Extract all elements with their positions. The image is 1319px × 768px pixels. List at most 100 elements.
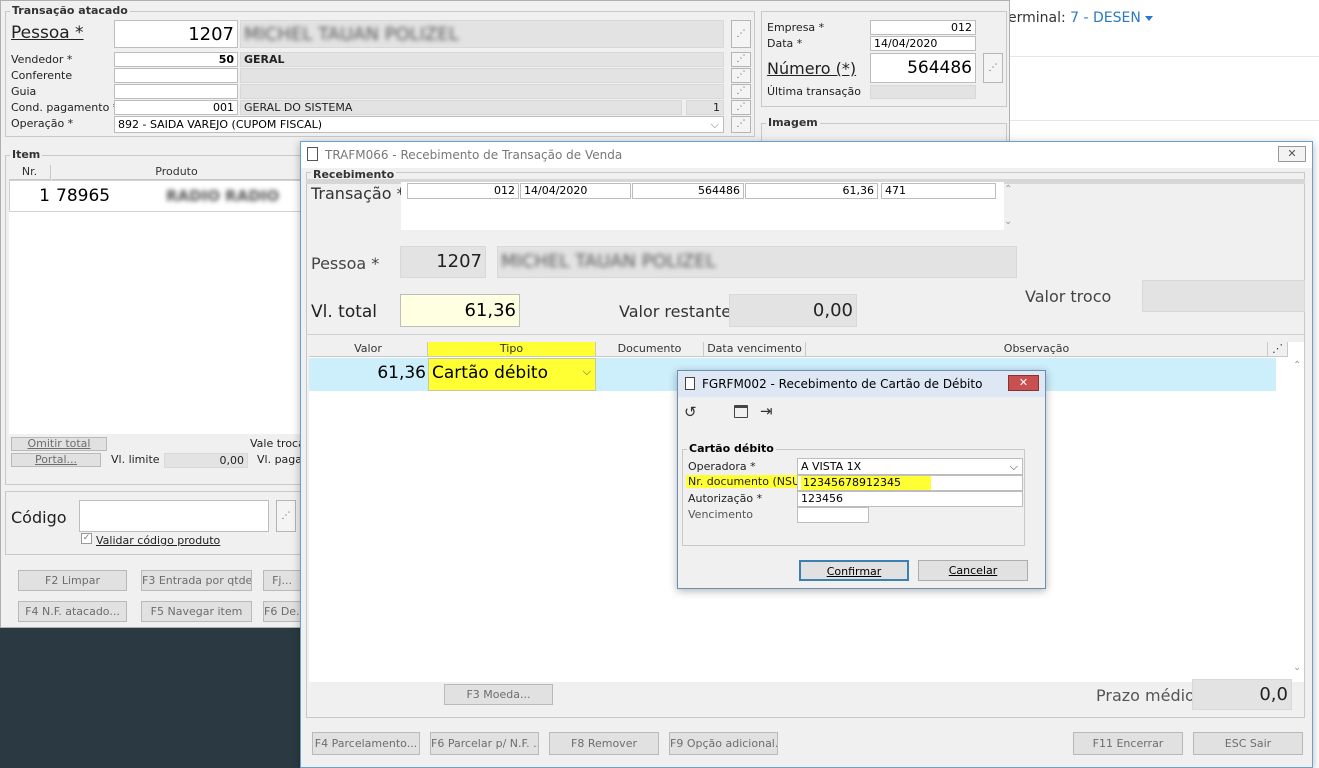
numero-search-button[interactable]: ⋰ xyxy=(983,53,1003,83)
f2-limpar-button[interactable]: F2 Limpar xyxy=(18,570,127,591)
validar-label: Validar código produto xyxy=(96,534,221,547)
divider xyxy=(1008,120,1319,121)
validar-checkbox[interactable]: ✓ xyxy=(81,533,92,544)
ultima-transacao-field xyxy=(870,85,976,99)
numero-label: Número (*) xyxy=(767,59,857,78)
valor-troco-field xyxy=(1142,280,1305,312)
title-bar: TRAFM066 - Recebimento de Transação de V… xyxy=(301,142,1312,168)
scroll-up-icon[interactable]: ⌃ xyxy=(1293,360,1301,371)
column-header-valor[interactable]: Valor xyxy=(309,342,428,357)
operadora-select[interactable]: A VISTA 1X ⌵ xyxy=(797,458,1023,475)
vendedor-search-button[interactable]: ⋰ xyxy=(731,52,751,67)
chevron-down-icon: ⌵ xyxy=(1009,460,1018,473)
vl-limite-label: Vl. limite xyxy=(111,453,160,466)
scroll-down-icon[interactable]: ⌄ xyxy=(1004,216,1012,227)
omitir-total-button[interactable]: Omitir total xyxy=(11,437,107,451)
undo-icon[interactable]: ↺ xyxy=(684,403,697,421)
f3-entrada-qtde-button[interactable]: F3 Entrada por qtde. xyxy=(141,570,252,591)
confirmar-button[interactable]: Confirmar xyxy=(799,560,909,581)
vale-troca-label: Vale troca xyxy=(250,437,305,450)
row-product: RADIO RADIO xyxy=(166,187,280,205)
codigo-input[interactable] xyxy=(79,500,269,532)
column-header-observacao[interactable]: Observação xyxy=(806,342,1268,357)
cond-pagamento-label: Cond. pagamento * xyxy=(11,101,119,114)
document-icon xyxy=(685,377,695,390)
data-label: Data * xyxy=(767,37,803,50)
cartao-debito-dialog: FGRFM002 - Recebimento de Cartão de Débi… xyxy=(677,370,1046,589)
terminal-label: erminal: xyxy=(1008,10,1066,26)
f5-navegar-item-button[interactable]: F5 Navegar item xyxy=(141,601,252,622)
fj-button[interactable]: Fj... xyxy=(263,570,301,591)
conferente-code-field[interactable] xyxy=(114,68,238,83)
pessoa-search-button[interactable]: ⋰ xyxy=(731,20,751,48)
f6-button[interactable]: F6 De... xyxy=(263,601,301,622)
pessoa-name-field: MICHEL TAUAN POLIZEL xyxy=(501,251,716,272)
guia-search-button[interactable]: ⋰ xyxy=(731,84,751,99)
f4-nf-atacado-button[interactable]: F4 N.F. atacado... xyxy=(18,601,127,622)
cancelar-button[interactable]: Cancelar xyxy=(918,560,1028,581)
conferente-search-button[interactable]: ⋰ xyxy=(731,68,751,83)
f6-parcelar-nf-button[interactable]: F6 Parcelar p/ N.F. ... xyxy=(430,732,539,755)
cond-pagamento-search-button[interactable]: ⋰ xyxy=(731,100,751,115)
nsu-value: 12345678912345 xyxy=(801,476,931,490)
vl-total-field[interactable]: 61,36 xyxy=(400,294,520,327)
operacao-value: 892 - SAIDA VAREJO (CUPOM FISCAL) xyxy=(118,118,323,131)
exit-icon[interactable]: ⇥ xyxy=(760,402,773,420)
calendar-icon[interactable] xyxy=(734,405,748,418)
cond-pagamento-extra-field: 1 xyxy=(686,100,724,115)
vencimento-input[interactable] xyxy=(797,507,869,523)
f3-moeda-button[interactable]: F3 Moeda... xyxy=(444,684,553,705)
column-header-nr[interactable]: Nr. xyxy=(9,165,51,180)
row-valor: 61,36 xyxy=(377,363,426,383)
terminal-value[interactable]: 7 - DESEN xyxy=(1070,10,1141,26)
prazo-medio-label: Prazo médio xyxy=(1096,686,1195,705)
scroll-down-icon[interactable]: ⌄ xyxy=(1293,662,1301,673)
empresa-field[interactable]: 012 xyxy=(870,20,976,35)
codigo-search-button[interactable]: ⋰ xyxy=(276,500,296,532)
ultima-transacao-label: Última transação xyxy=(767,85,861,98)
f9-opcao-adicional-button[interactable]: F9 Opção adicional... xyxy=(669,732,778,755)
column-header-documento[interactable]: Documento xyxy=(596,342,704,357)
transacao-data: 14/04/2020 xyxy=(520,183,631,199)
terminal-indicator[interactable]: erminal: 7 - DESEN xyxy=(1008,10,1153,26)
guia-label: Guia xyxy=(11,85,37,98)
operacao-search-button[interactable]: ⋰ xyxy=(731,116,751,133)
group-title: Imagem xyxy=(766,116,820,129)
column-options-icon[interactable]: ⋰ xyxy=(1268,342,1288,357)
transacao-empresa: 012 xyxy=(407,183,519,199)
f8-remover-button[interactable]: F8 Remover xyxy=(549,732,659,755)
scroll-up-icon[interactable]: ⌃ xyxy=(1004,184,1012,195)
autorizacao-input[interactable]: 123456 xyxy=(797,491,1023,507)
vendedor-name-field: GERAL xyxy=(240,52,724,67)
table-row[interactable]: 1 78965 RADIO RADIO xyxy=(9,180,302,212)
pessoa-code-field: 1207 xyxy=(400,246,486,278)
pessoa-label: Pessoa * xyxy=(11,23,84,43)
group-title: Item xyxy=(10,148,43,161)
data-field[interactable]: 14/04/2020 xyxy=(870,36,976,51)
column-header-produto[interactable]: Produto xyxy=(52,165,302,180)
conferente-name-field xyxy=(240,68,724,83)
column-header-data-vencimento[interactable]: Data vencimento xyxy=(704,342,806,357)
cond-pagamento-code-field[interactable]: 001 xyxy=(114,100,238,115)
operacao-select[interactable]: 892 - SAIDA VAREJO (CUPOM FISCAL) ⌵ xyxy=(114,116,724,133)
divider xyxy=(306,334,1305,335)
divider xyxy=(1008,56,1319,57)
transacao-numero: 564486 xyxy=(632,183,744,199)
portal-button[interactable]: Portal... xyxy=(11,453,101,467)
nsu-input[interactable]: 12345678912345 xyxy=(797,475,1023,491)
tipo-select[interactable]: Cartão débito ⌵ xyxy=(428,358,596,391)
operadora-label: Operadora * xyxy=(688,460,756,473)
chevron-down-icon: ⌵ xyxy=(582,365,591,378)
close-icon[interactable]: ✕ xyxy=(1278,146,1306,162)
vendedor-code-field[interactable]: 50 xyxy=(114,52,238,67)
guia-code-field[interactable] xyxy=(114,84,238,99)
column-header-tipo[interactable]: Tipo xyxy=(428,342,596,357)
transacao-extra: 471 xyxy=(881,183,996,199)
f11-encerrar-button[interactable]: F11 Encerrar xyxy=(1073,732,1183,755)
f4-parcelamento-button[interactable]: F4 Parcelamento... xyxy=(312,732,420,755)
esc-sair-button[interactable]: ESC Sair xyxy=(1193,732,1303,755)
chevron-down-icon: ⌵ xyxy=(710,118,719,131)
close-icon[interactable]: ✕ xyxy=(1008,375,1039,391)
pessoa-code-field[interactable]: 1207 xyxy=(114,20,238,48)
numero-field[interactable]: 564486 xyxy=(870,53,976,83)
